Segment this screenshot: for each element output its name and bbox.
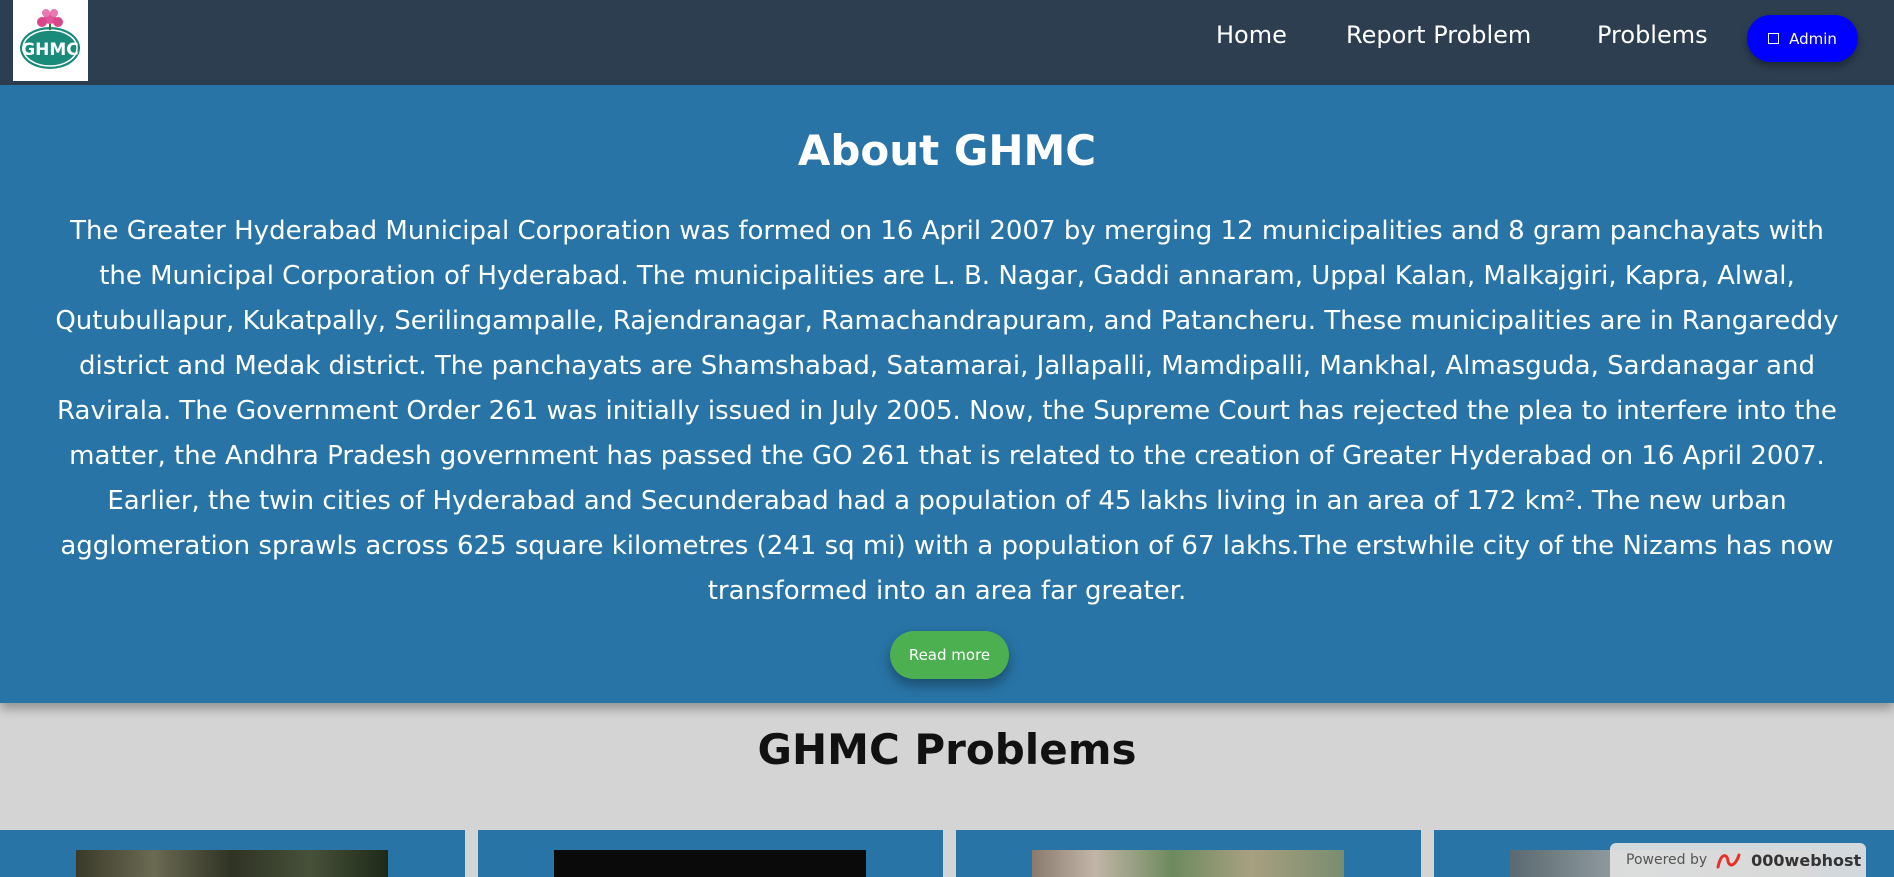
problem-card[interactable] xyxy=(0,830,465,877)
webhost-logo-icon xyxy=(1716,853,1741,869)
about-title: About GHMC xyxy=(797,126,1097,175)
about-text: The Greater Hyderabad Municipal Corporat… xyxy=(55,216,1839,606)
ghmc-logo-icon: GHMC xyxy=(20,9,80,69)
powered-by-label: Powered by xyxy=(1626,852,1708,868)
square-icon xyxy=(1768,33,1780,44)
nav-link-home[interactable]: Home xyxy=(1216,20,1287,50)
admin-button-label: Admin xyxy=(1789,29,1837,48)
nav-link-report-problem[interactable]: Report Problem xyxy=(1346,20,1531,50)
problem-card[interactable] xyxy=(478,830,943,877)
navbar: GHMC Home Report Problem Problems Admin xyxy=(0,0,1894,85)
powered-by-badge[interactable]: Powered by 000webhost xyxy=(1610,843,1866,877)
ghmc-logo[interactable]: GHMC xyxy=(13,0,88,81)
problems-title: GHMC Problems xyxy=(757,725,1137,774)
svg-text:GHMC: GHMC xyxy=(21,40,79,60)
powered-by-brand: 000webhost xyxy=(1751,850,1862,870)
about-section: About GHMC The Greater Hyderabad Municip… xyxy=(0,85,1894,703)
problem-photo[interactable] xyxy=(1032,850,1344,877)
problem-photo[interactable] xyxy=(76,850,388,877)
nav-link-problems[interactable]: Problems xyxy=(1597,20,1708,50)
read-more-button[interactable]: Read more xyxy=(890,631,1009,679)
problem-card[interactable] xyxy=(956,830,1421,877)
admin-button[interactable]: Admin xyxy=(1747,15,1858,62)
problem-photo[interactable] xyxy=(554,850,866,877)
